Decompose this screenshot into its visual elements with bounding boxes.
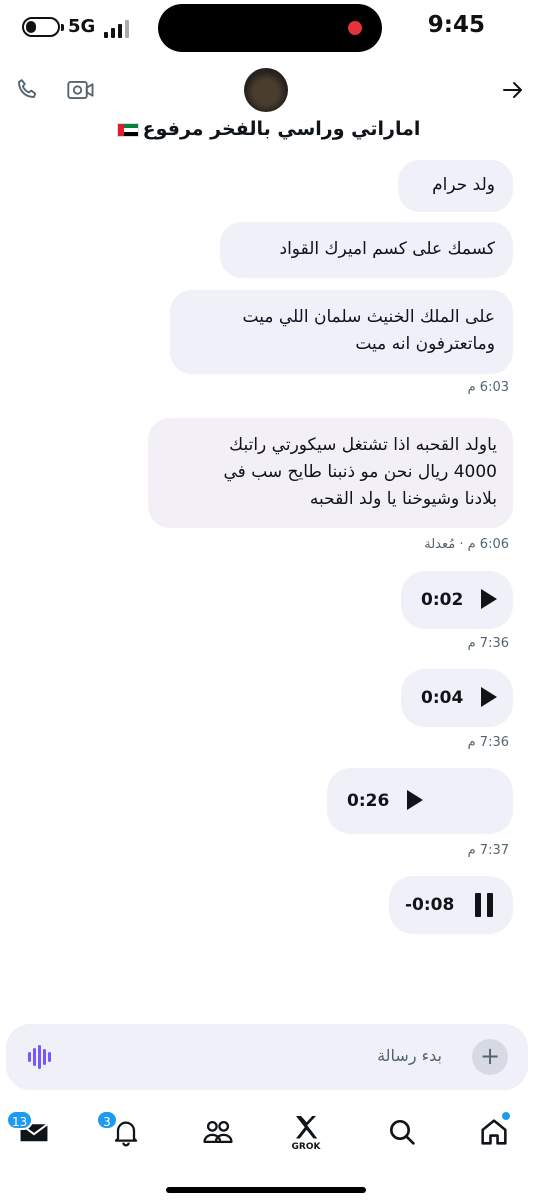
home-icon xyxy=(481,1119,507,1145)
message-timestamp: 6:03 م xyxy=(467,380,509,395)
message-line: بلادنا وشيوخنا يا ولد القحبه xyxy=(309,489,497,509)
status-bar: 5G 9:45 xyxy=(0,0,533,58)
nav-communities[interactable] xyxy=(198,1112,238,1152)
voice-message[interactable]: -0:08 xyxy=(389,876,513,934)
communities-icon xyxy=(203,1120,233,1144)
message-text: كسمك على كسم اميرك القواد xyxy=(279,239,495,259)
signal-icon xyxy=(104,18,134,38)
bottom-nav: 13 3 GROK xyxy=(0,1100,533,1170)
message-bubble[interactable]: ولد حرام xyxy=(398,160,513,212)
pause-icon[interactable] xyxy=(475,893,493,917)
status-time: 9:45 xyxy=(427,12,485,38)
message-timestamp: 6:06 م · مُعدلة xyxy=(424,537,509,552)
message-bubble[interactable]: ياولد القحبه اذا تشتغل سيكورتي راتبك 400… xyxy=(148,418,513,528)
voice-duration: -0:08 xyxy=(405,895,455,915)
phone-icon[interactable] xyxy=(14,76,42,104)
video-icon[interactable] xyxy=(66,76,96,104)
message-line: على الملك الخنيث سلمان اللي ميت xyxy=(242,307,495,327)
nav-notifications[interactable]: 3 xyxy=(96,1110,146,1152)
play-icon[interactable] xyxy=(481,589,497,609)
voice-record-icon[interactable] xyxy=(28,1045,54,1069)
messages-badge: 13 xyxy=(6,1110,34,1130)
back-arrow-icon[interactable] xyxy=(500,78,526,102)
battery-icon xyxy=(22,17,64,37)
voice-duration: 0:04 xyxy=(421,688,464,708)
grok-label: GROK xyxy=(291,1142,321,1152)
network-label: 5G xyxy=(68,16,96,37)
message-text: ولد حرام xyxy=(432,175,495,195)
message-line: وماتعترفون انه ميت xyxy=(355,334,495,354)
message-composer: بدء رسالة + xyxy=(6,1024,528,1090)
grok-icon xyxy=(296,1116,318,1139)
search-icon xyxy=(390,1120,415,1145)
nav-search[interactable] xyxy=(382,1112,422,1152)
conversation-header: اماراتي وراسي بالفخر مرفوع xyxy=(0,60,533,155)
nav-home[interactable] xyxy=(474,1112,514,1152)
message-timestamp: 7:36 م xyxy=(467,636,509,651)
voice-duration: 0:26 xyxy=(347,791,390,811)
voice-message[interactable]: 0:04 xyxy=(401,669,513,727)
message-line: ياولد القحبه اذا تشتغل سيكورتي راتبك xyxy=(229,435,497,455)
uae-flag-icon xyxy=(116,122,139,137)
conversation-title[interactable]: اماراتي وراسي بالفخر مرفوع xyxy=(0,118,533,140)
message-timestamp: 7:37 م xyxy=(467,843,509,858)
unread-dot xyxy=(502,1112,510,1120)
message-input[interactable]: بدء رسالة xyxy=(377,1046,442,1065)
play-icon[interactable] xyxy=(407,790,423,810)
conversation-title-text: اماراتي وراسي بالفخر مرفوع xyxy=(142,118,421,140)
voice-message[interactable]: 0:26 xyxy=(327,768,513,834)
message-bubble[interactable]: كسمك على كسم اميرك القواد xyxy=(220,222,513,278)
voice-message[interactable]: 0:02 xyxy=(401,571,513,629)
play-icon[interactable] xyxy=(481,687,497,707)
voice-duration: 0:02 xyxy=(421,590,464,610)
notifications-badge: 3 xyxy=(96,1110,118,1130)
home-indicator xyxy=(166,1187,366,1193)
avatar[interactable] xyxy=(244,68,288,112)
dynamic-island xyxy=(158,4,382,52)
message-line: 4000 ريال نحن مو ذنبنا طايح سب في xyxy=(223,462,498,482)
add-attachment-button[interactable]: + xyxy=(472,1039,508,1075)
nav-grok[interactable]: GROK xyxy=(286,1112,326,1152)
nav-messages[interactable]: 13 xyxy=(6,1110,54,1152)
recording-indicator-icon xyxy=(348,21,362,35)
message-bubble[interactable]: على الملك الخنيث سلمان اللي ميت وماتعترف… xyxy=(170,290,513,374)
message-timestamp: 7:36 م xyxy=(467,735,509,750)
